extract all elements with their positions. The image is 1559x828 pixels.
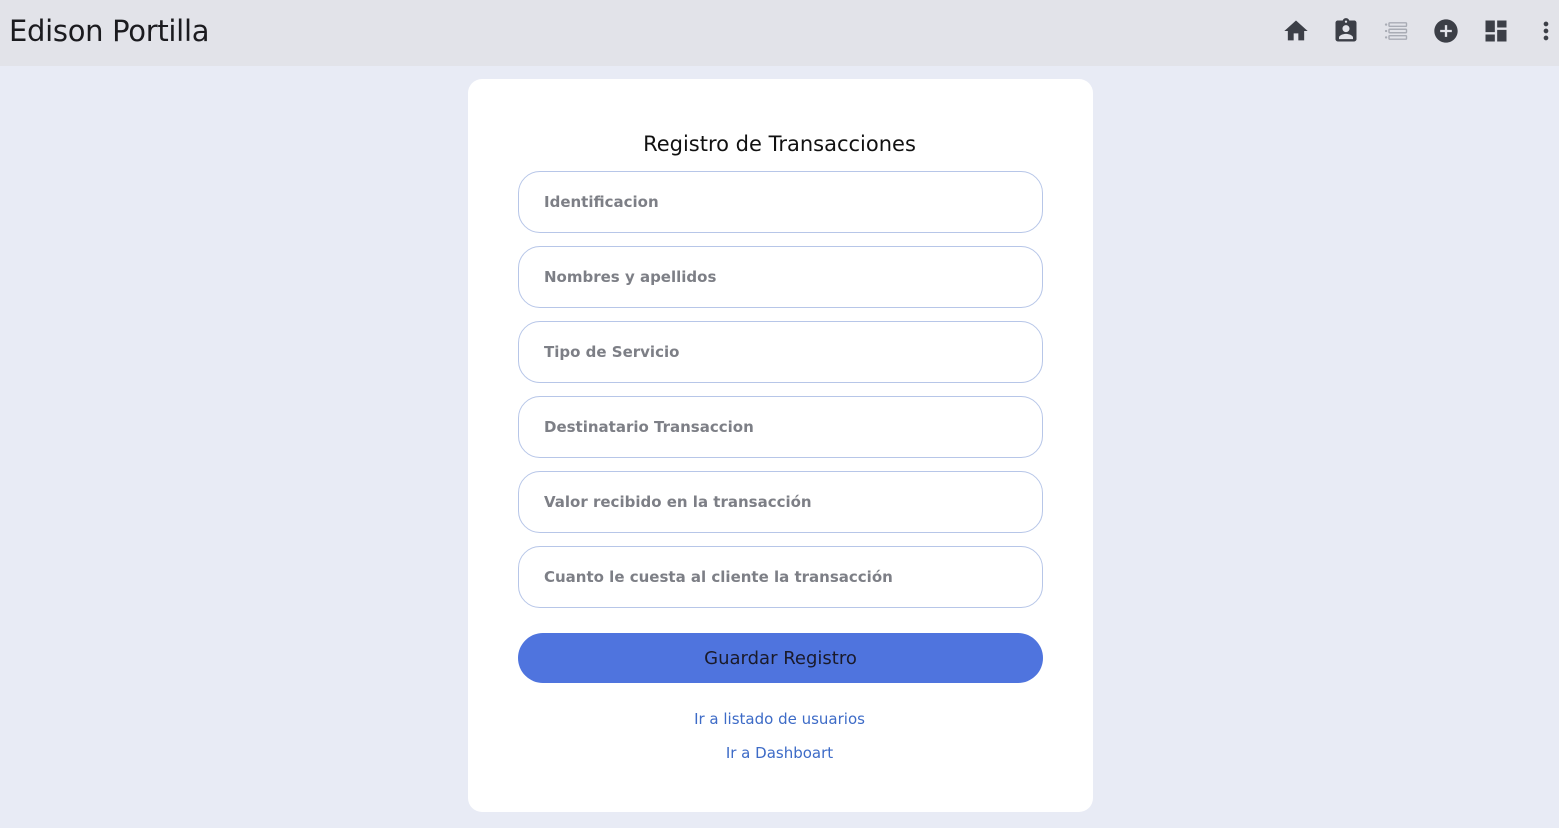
users-list-link[interactable]: Ir a listado de usuarios: [0, 710, 1559, 728]
destinatario-input[interactable]: [518, 396, 1043, 458]
valor-recibido-input[interactable]: [518, 471, 1043, 533]
list-icon: [1384, 22, 1408, 40]
home-icon: [1284, 20, 1308, 41]
more-vert-icon: [1543, 21, 1549, 41]
identificacion-input[interactable]: [518, 171, 1043, 233]
top-app-bar: Edison Portilla: [0, 0, 1559, 66]
dashboard-icon: [1485, 20, 1507, 42]
add-circle-icon: [1434, 19, 1458, 43]
nombres-input[interactable]: [518, 246, 1043, 308]
save-record-button[interactable]: Guardar Registro: [518, 633, 1043, 683]
app-title: Edison Portilla: [9, 14, 210, 48]
dashboard-button[interactable]: [1479, 14, 1513, 48]
dashboard-link[interactable]: Ir a Dashboart: [0, 744, 1559, 762]
costo-cliente-input[interactable]: [518, 546, 1043, 608]
more-options-button[interactable]: [1529, 14, 1559, 48]
home-button[interactable]: [1279, 14, 1313, 48]
form-title: Registro de Transacciones: [643, 132, 916, 156]
list-button[interactable]: [1379, 14, 1413, 48]
contact-badge-button[interactable]: [1329, 14, 1363, 48]
contact-badge-icon: [1335, 18, 1357, 42]
tipo-servicio-input[interactable]: [518, 321, 1043, 383]
add-button[interactable]: [1429, 14, 1463, 48]
